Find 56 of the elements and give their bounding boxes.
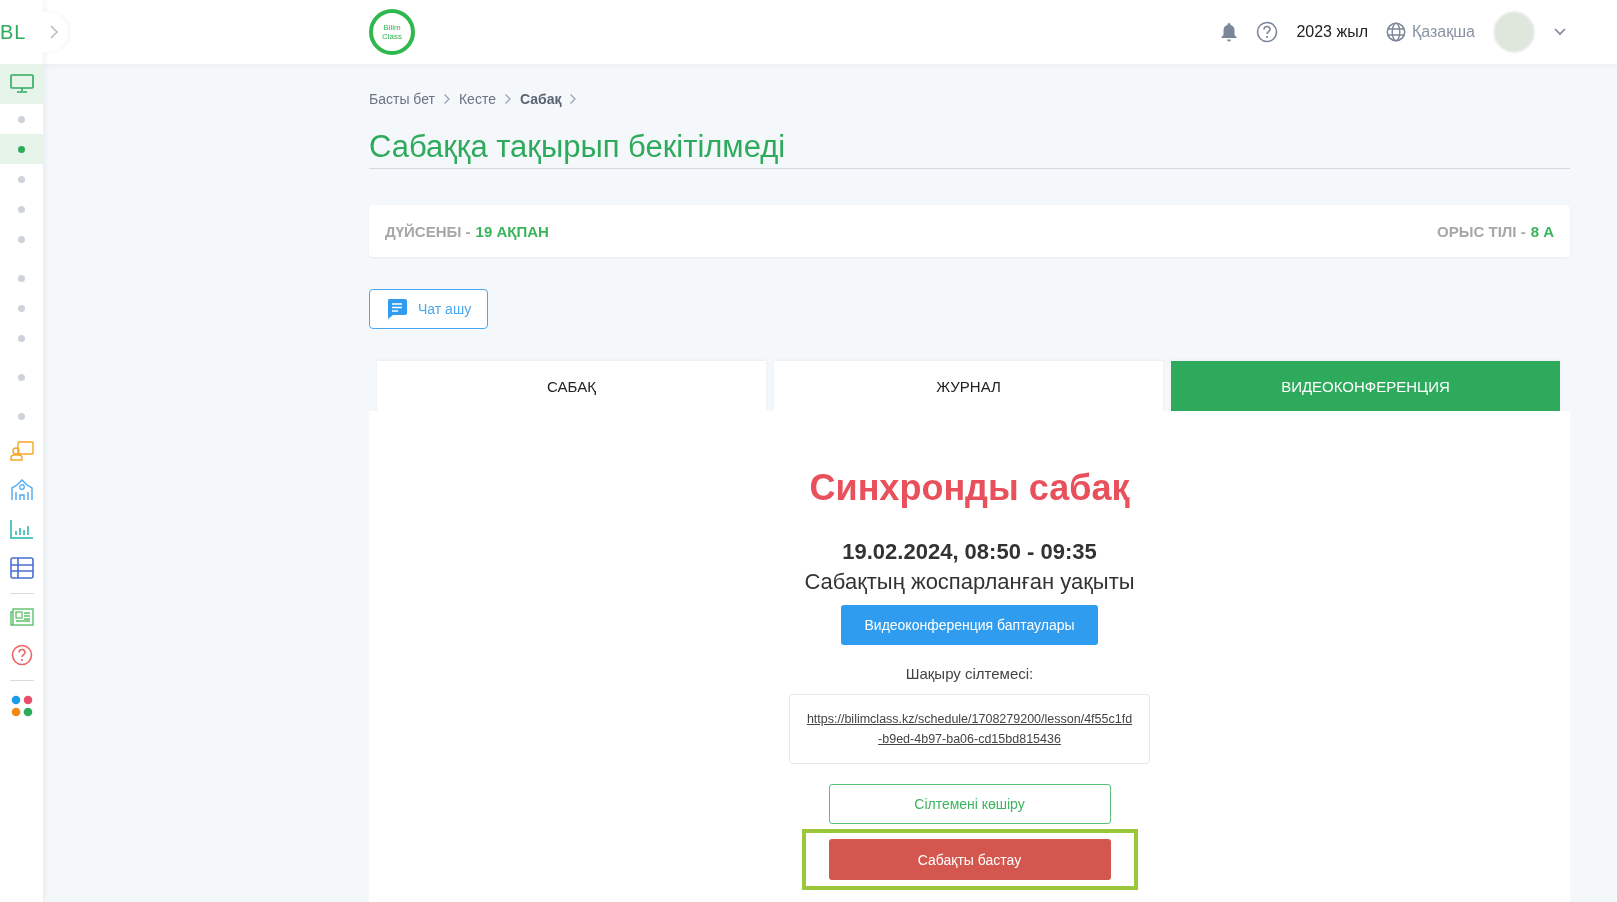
dot-icon xyxy=(18,115,25,123)
logo-text: Bilim xyxy=(383,23,401,32)
class-text: 8 А xyxy=(1530,222,1554,240)
brand-mark[interactable]: BL xyxy=(0,20,27,44)
page-title: Сабаққа тақырып бекітілмеді xyxy=(369,129,1570,169)
breadcrumb-link[interactable]: Сабақ xyxy=(519,91,562,107)
logo[interactable]: Bilim Class xyxy=(369,9,415,55)
dot-icon xyxy=(18,175,25,183)
monitor-icon xyxy=(9,74,34,94)
chevron-right-icon xyxy=(503,93,512,105)
dot-icon xyxy=(18,205,25,213)
apps-grid-icon[interactable] xyxy=(10,695,33,717)
subject-label: ОРЫС ТІЛІ - xyxy=(1437,222,1526,240)
chevron-right-icon xyxy=(569,93,578,105)
table-icon[interactable] xyxy=(9,557,34,579)
bell-icon[interactable] xyxy=(1220,22,1239,42)
logo-text: Class xyxy=(382,32,402,41)
chat-icon xyxy=(386,298,408,320)
sidebar-item[interactable] xyxy=(0,64,43,104)
lesson-datetime: 19.02.2024, 08:50 - 09:35 xyxy=(842,539,1097,565)
newspaper-icon[interactable] xyxy=(9,608,34,626)
language-selector[interactable]: Қазақша xyxy=(1386,22,1475,42)
date-text: 19 АҚПАН xyxy=(475,222,549,240)
breadcrumb-link[interactable]: Басты бет xyxy=(369,91,435,107)
school-building-icon[interactable] xyxy=(9,479,34,501)
help-icon[interactable] xyxy=(10,644,33,666)
avatar[interactable] xyxy=(1493,11,1535,53)
tab[interactable]: ВИДЕОКОНФЕРЕНЦИЯ xyxy=(1171,361,1560,411)
copy-link-button[interactable]: Сілтемені көшіру xyxy=(828,784,1111,824)
dot-icon xyxy=(18,304,25,312)
help-icon[interactable] xyxy=(1256,21,1279,43)
dot-icon xyxy=(18,145,25,153)
globe-icon xyxy=(1386,22,1406,42)
dot-icon xyxy=(18,334,25,342)
invite-link[interactable]: https://bilimclass.kz/schedule/1708279200/lesson/4f55c1fd-b9ed-4b97-ba06-cd15bd815436 xyxy=(805,709,1134,749)
invite-label: Шақыру сілтемесі: xyxy=(905,665,1034,682)
chevron-down-icon[interactable] xyxy=(1553,27,1567,37)
section-heading: Синхронды сабақ xyxy=(809,467,1130,509)
dot-icon xyxy=(18,235,25,243)
year-selector[interactable]: 2023 жыл xyxy=(1296,23,1368,41)
day-label: ДҮЙСЕНБІ - xyxy=(385,222,471,240)
datetime-caption: Сабақтың жоспарланған уақыты xyxy=(804,569,1135,595)
bar-chart-icon[interactable] xyxy=(9,519,34,539)
open-chat-button[interactable]: Чат ашу xyxy=(369,289,489,329)
chevron-right-icon xyxy=(442,93,451,105)
chevron-right-icon xyxy=(49,24,59,40)
teacher-board-icon[interactable] xyxy=(9,441,34,461)
conference-settings-button[interactable]: Видеоконференция баптаулары xyxy=(841,605,1098,645)
dot-icon xyxy=(18,274,25,282)
dot-icon xyxy=(18,412,25,420)
tab[interactable]: САБАҚ xyxy=(377,361,766,411)
start-lesson-button[interactable]: Сабақты бастау xyxy=(828,839,1111,880)
tab[interactable]: ЖУРНАЛ xyxy=(774,361,1163,411)
dot-icon xyxy=(18,373,25,381)
breadcrumb-link[interactable]: Кесте xyxy=(458,91,496,107)
sidebar-subitem[interactable] xyxy=(0,134,43,164)
